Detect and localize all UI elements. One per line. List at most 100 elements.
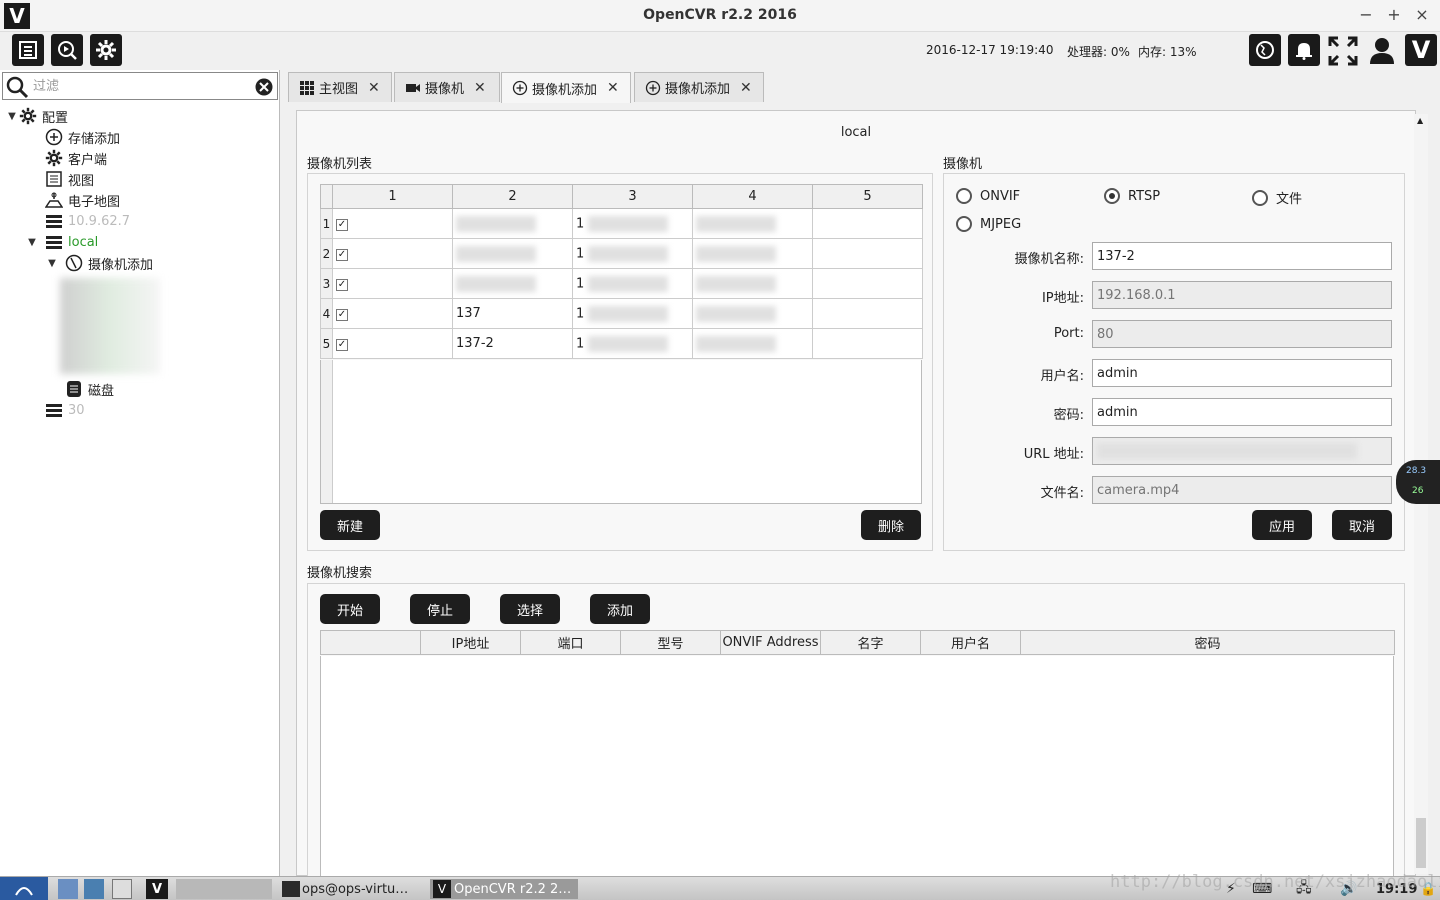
checkbox-checked[interactable]: ✓	[336, 219, 348, 231]
username-input[interactable]	[1092, 359, 1392, 387]
tree-item-view[interactable]: 视图	[44, 169, 94, 189]
expand-arrow-icon[interactable]: ▼	[26, 236, 38, 248]
new-camera-button[interactable]: 新建	[320, 510, 380, 540]
tab-camera-add-2[interactable]: 摄像机添加 ✕	[634, 72, 764, 102]
scroll-up-arrow-icon[interactable]: ▲	[1417, 116, 1423, 125]
ip-input[interactable]	[1092, 281, 1392, 309]
tree-item-disk[interactable]: 磁盘	[64, 379, 114, 399]
settings-button[interactable]	[90, 34, 122, 66]
datetime-readout: 2016-12-17 19:19:40	[926, 43, 1054, 57]
column-header[interactable]: 3	[572, 184, 693, 209]
opencvr-launcher-icon[interactable]: V	[146, 879, 168, 899]
add-button[interactable]: 添加	[590, 594, 650, 624]
close-tab-icon[interactable]: ✕	[740, 80, 752, 96]
column-header[interactable]: 4	[692, 184, 813, 209]
table-row[interactable]: 1 ✓ 1	[320, 208, 923, 239]
fullscreen-button[interactable]	[1328, 36, 1358, 66]
close-window-button[interactable]: ×	[1412, 4, 1432, 26]
start-search-button[interactable]: 开始	[320, 594, 380, 624]
column-header[interactable]: 端口	[520, 630, 621, 655]
tree-item-local[interactable]: ▼ local	[26, 232, 98, 252]
row-checkbox[interactable]: ✓	[332, 208, 453, 239]
tree-item-server-2[interactable]: 30	[44, 400, 85, 420]
apply-button[interactable]: 应用	[1252, 510, 1312, 540]
row-checkbox[interactable]: ✓	[332, 268, 453, 299]
column-header[interactable]: 1	[332, 184, 453, 209]
alarm-button[interactable]	[1288, 34, 1320, 66]
column-header[interactable]	[320, 630, 421, 655]
checkbox-checked[interactable]: ✓	[336, 339, 348, 351]
start-menu-button[interactable]	[0, 877, 48, 900]
column-header[interactable]: 5	[812, 184, 923, 209]
tree-item-emap[interactable]: 电子地图	[44, 190, 120, 210]
row-checkbox[interactable]: ✓	[332, 298, 453, 329]
globe-icon	[1256, 41, 1274, 59]
clear-icon[interactable]	[255, 78, 273, 96]
column-header[interactable]: 型号	[620, 630, 721, 655]
tab-main-view[interactable]: 主视图 ✕	[288, 72, 392, 102]
select-button[interactable]: 选择	[500, 594, 560, 624]
column-header[interactable]: 密码	[1020, 630, 1395, 655]
radio-onvif[interactable]: ONVIF	[956, 188, 1020, 204]
workspace-switcher[interactable]	[176, 879, 272, 899]
column-header[interactable]: 名字	[820, 630, 921, 655]
radio-dot[interactable]	[1252, 189, 1268, 206]
tree-item-storage-add[interactable]: 存储添加	[44, 127, 120, 147]
tree-item-camera-add[interactable]: ▼ 摄像机添加	[46, 253, 153, 273]
user-button[interactable]	[1368, 36, 1396, 66]
taskbar-opencvr[interactable]: V OpenCVR r2.2 2…	[430, 879, 578, 899]
file-manager-launcher[interactable]	[58, 879, 78, 899]
checkbox-checked[interactable]: ✓	[336, 309, 348, 321]
close-tab-icon[interactable]: ✕	[607, 80, 619, 96]
port-input[interactable]	[1092, 320, 1392, 348]
table-row[interactable]: 5 ✓ 137-2 1	[320, 328, 923, 359]
filter-input[interactable]	[33, 76, 243, 96]
tree-item-server-1[interactable]: 10.9.62.7	[44, 211, 130, 231]
row-checkbox[interactable]: ✓	[332, 328, 453, 359]
about-logo-icon[interactable]: V	[1405, 34, 1437, 66]
radio-mjpeg[interactable]: MJPEG	[956, 216, 1021, 232]
close-tab-icon[interactable]: ✕	[368, 80, 380, 96]
plus-circle-icon	[44, 127, 64, 147]
checkbox-checked[interactable]: ✓	[336, 279, 348, 291]
launcher-icon[interactable]	[84, 879, 104, 899]
expand-arrow-icon[interactable]: ▼	[46, 257, 58, 269]
radio-dot[interactable]	[956, 188, 972, 204]
column-header[interactable]: 用户名	[920, 630, 1021, 655]
radio-dot-selected[interactable]	[1104, 188, 1120, 204]
expand-arrow-icon[interactable]: ▼	[6, 110, 18, 122]
table-row[interactable]: 3 ✓ 1	[320, 268, 923, 299]
minimize-button[interactable]: −	[1356, 4, 1376, 26]
column-header[interactable]: IP地址	[420, 630, 521, 655]
password-label: 密码:	[1053, 408, 1084, 423]
row-checkbox[interactable]: ✓	[332, 238, 453, 269]
window-launcher-icon[interactable]	[112, 879, 132, 899]
filename-input[interactable]	[1092, 476, 1392, 504]
search-playback-button[interactable]	[51, 34, 83, 66]
stop-search-button[interactable]: 停止	[410, 594, 470, 624]
cancel-button[interactable]: 取消	[1332, 510, 1392, 540]
close-tab-icon[interactable]: ✕	[474, 80, 486, 96]
scrollbar-thumb[interactable]	[1416, 818, 1426, 868]
tree-item-config[interactable]: ▼ 配置	[6, 106, 68, 126]
globe-button[interactable]	[1249, 34, 1281, 66]
radio-file[interactable]: 文件	[1252, 188, 1302, 207]
password-input[interactable]	[1092, 398, 1392, 426]
column-header[interactable]: ONVIF Address	[720, 630, 821, 655]
url-input[interactable]	[1092, 437, 1392, 465]
radio-dot[interactable]	[956, 216, 972, 232]
radio-rtsp[interactable]: RTSP	[1104, 188, 1160, 204]
camera-name-input[interactable]	[1092, 242, 1392, 270]
task-label: ops@ops-virtu…	[302, 881, 409, 897]
delete-camera-button[interactable]: 删除	[861, 510, 921, 540]
table-row[interactable]: 2 ✓ 1	[320, 238, 923, 269]
maximize-button[interactable]: +	[1384, 4, 1404, 26]
tab-camera[interactable]: 摄像机 ✕	[394, 72, 500, 102]
taskbar-terminal[interactable]: ops@ops-virtu…	[280, 879, 426, 899]
list-view-button[interactable]	[12, 34, 44, 66]
tree-item-client[interactable]: 客户端	[44, 148, 107, 168]
column-header[interactable]: 2	[452, 184, 573, 209]
checkbox-checked[interactable]: ✓	[336, 249, 348, 261]
tab-camera-add-active[interactable]: 摄像机添加 ✕	[501, 72, 631, 103]
table-row[interactable]: 4 ✓ 137 1	[320, 298, 923, 329]
